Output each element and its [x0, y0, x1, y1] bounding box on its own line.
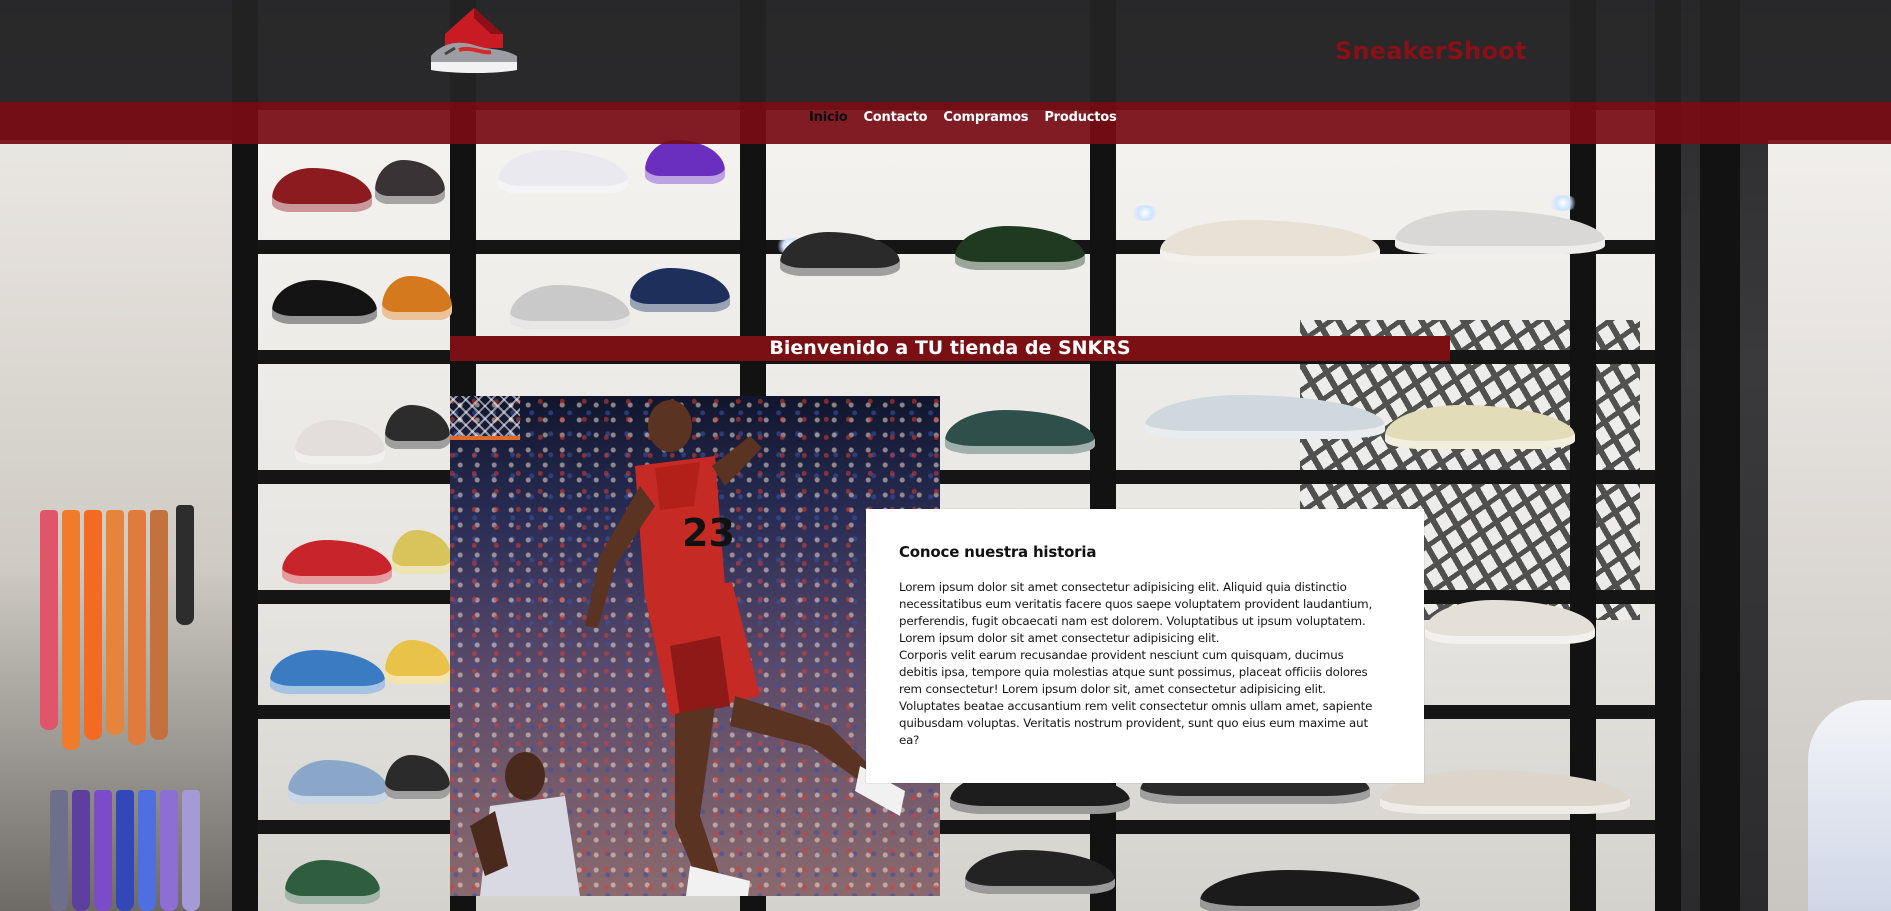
hanging-socks	[116, 790, 134, 911]
hanging-socks	[150, 510, 168, 740]
hanging-socks	[182, 790, 200, 911]
logo[interactable]	[425, 4, 523, 80]
nav-link-inicio[interactable]: Inicio	[809, 110, 848, 125]
ceiling-lamp	[1130, 205, 1160, 221]
main-nav: Inicio Contacto Compramos Productos	[809, 110, 1117, 125]
hanging-socks	[72, 790, 90, 911]
svg-text:23: 23	[682, 511, 735, 555]
story-body: Lorem ipsum dolor sit amet consectetur a…	[899, 580, 1373, 747]
hanging-socks	[84, 510, 102, 740]
customer-figure	[1808, 700, 1891, 911]
nav-link-contacto[interactable]: Contacto	[863, 110, 927, 125]
nav-link-productos[interactable]: Productos	[1044, 110, 1116, 125]
hanging-socks	[62, 510, 80, 750]
ceiling-lamp	[1548, 195, 1578, 211]
hanging-socks	[50, 790, 68, 911]
hanging-socks	[94, 790, 112, 911]
brand-name[interactable]: SneakerShoot	[1335, 37, 1527, 65]
hanging-socks	[138, 790, 156, 911]
red-house-sneaker-logo-icon	[431, 8, 517, 73]
hanging-socks	[128, 510, 146, 745]
welcome-banner: Bienvenido a TU tienda de SNKRS	[450, 336, 1450, 361]
hanging-socks	[160, 790, 178, 911]
hanging-socks	[106, 510, 124, 735]
story-title: Conoce nuestra historia	[899, 543, 1097, 561]
hanging-socks	[176, 505, 194, 625]
story-card: Conoce nuestra historia Lorem ipsum dolo…	[866, 509, 1424, 783]
nav-link-compramos[interactable]: Compramos	[943, 110, 1028, 125]
hanging-socks	[40, 510, 58, 730]
header-bar	[0, 0, 1891, 102]
